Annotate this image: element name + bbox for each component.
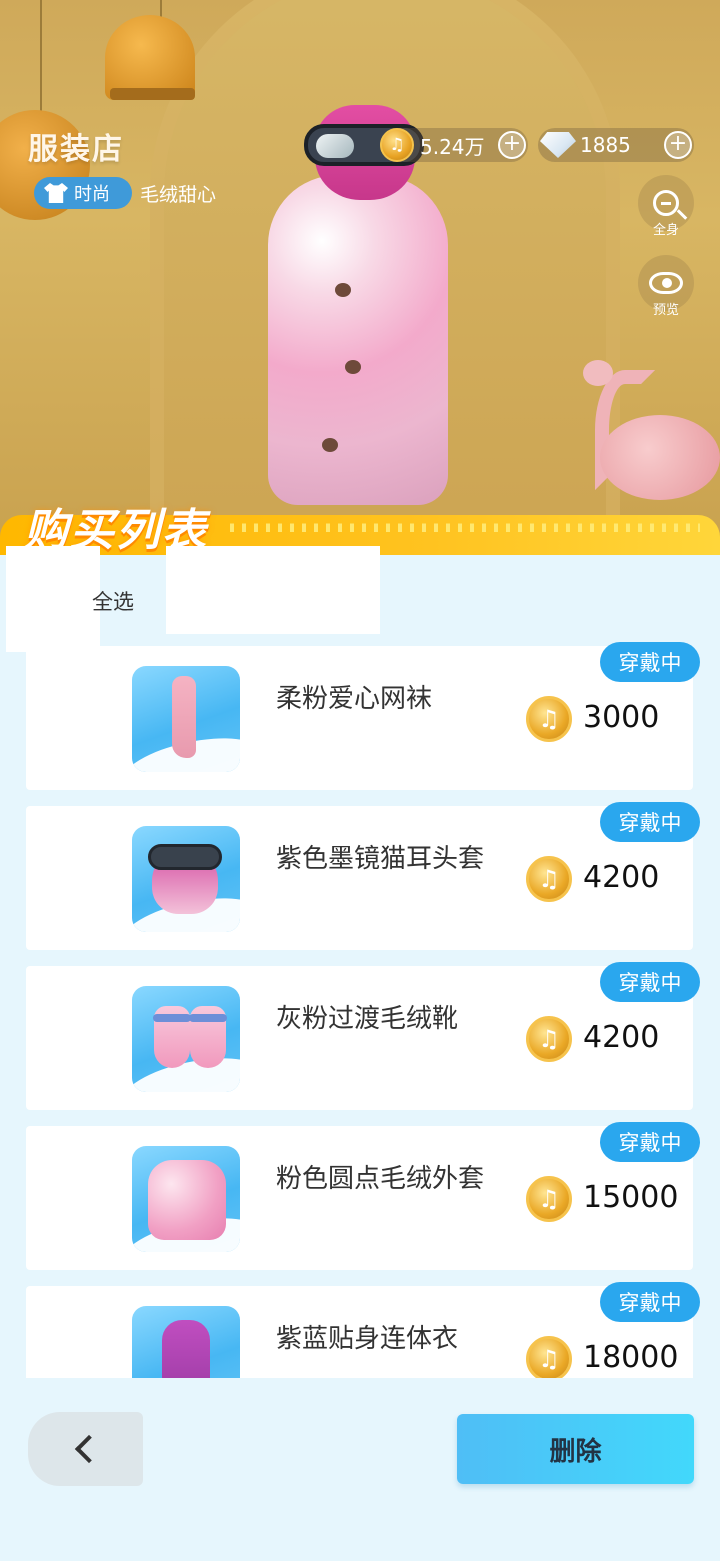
fluffy-coat-icon bbox=[132, 1146, 240, 1252]
list-item[interactable]: 紫色墨镜猫耳头套 ♫ 4200 穿戴中 bbox=[26, 802, 700, 950]
wearing-badge: 穿戴中 bbox=[600, 642, 700, 682]
shirt-icon bbox=[44, 183, 68, 203]
item-name: 紫蓝贴身连体衣 bbox=[276, 1324, 459, 1354]
stocking-shape bbox=[172, 676, 196, 758]
character-body bbox=[268, 175, 448, 505]
item-name: 粉色圆点毛绒外套 bbox=[276, 1164, 485, 1194]
coin-icon: ♫ bbox=[526, 1176, 572, 1222]
zoom-label: 全身 bbox=[652, 223, 679, 238]
wearing-badge: 穿戴中 bbox=[600, 962, 700, 1002]
lamp-base bbox=[110, 88, 195, 100]
add-coins-button[interactable]: + bbox=[498, 131, 526, 159]
item-name: 紫色墨镜猫耳头套 bbox=[276, 844, 485, 874]
coat-button bbox=[345, 360, 361, 374]
zoom-out-icon bbox=[653, 190, 679, 216]
boot-strap bbox=[189, 1014, 227, 1022]
preview-label: 预览 bbox=[652, 303, 679, 318]
style-tag[interactable]: 时尚 bbox=[34, 177, 132, 209]
item-price: 3000 bbox=[583, 700, 660, 735]
item-price: 18000 bbox=[583, 1340, 679, 1375]
diamond-amount: 1885 bbox=[580, 133, 631, 157]
toolbar-blank bbox=[166, 546, 380, 634]
coin-icon: ♫ bbox=[380, 128, 414, 162]
item-name: 柔粉爱心网袜 bbox=[276, 684, 433, 714]
list-item[interactable]: 灰粉过渡毛绒靴 ♫ 4200 穿戴中 bbox=[26, 962, 700, 1110]
goggle-shape bbox=[148, 844, 222, 870]
outfit-name: 毛绒甜心 bbox=[140, 184, 217, 206]
stocking-icon bbox=[132, 666, 240, 772]
diamond-balance: 1885 + bbox=[538, 128, 694, 162]
page-title: 服装店 bbox=[28, 132, 124, 167]
bodysuit-shape bbox=[162, 1320, 210, 1378]
select-all-label[interactable]: 全选 bbox=[92, 586, 134, 616]
list-item[interactable]: 粉色圆点毛绒外套 ♫ 15000 穿戴中 bbox=[26, 1122, 700, 1270]
flamingo-decor bbox=[583, 360, 613, 386]
wearing-badge: 穿戴中 bbox=[600, 802, 700, 842]
item-name: 灰粉过渡毛绒靴 bbox=[276, 1004, 459, 1034]
coat-button bbox=[335, 283, 351, 297]
item-price: 4200 bbox=[583, 1020, 660, 1055]
item-price: 15000 bbox=[583, 1180, 679, 1215]
style-tag-label: 时尚 bbox=[74, 184, 110, 205]
wearing-badge: 穿戴中 bbox=[600, 1282, 700, 1322]
delete-button[interactable]: 删除 bbox=[457, 1414, 694, 1484]
diamond-icon bbox=[540, 132, 576, 158]
coin-balance: ♫ 5.24万 + bbox=[380, 128, 528, 162]
coin-icon: ♫ bbox=[526, 856, 572, 902]
eye-icon bbox=[649, 272, 683, 294]
coat-button bbox=[322, 438, 338, 452]
wearing-badge: 穿戴中 bbox=[600, 1122, 700, 1162]
select-all-checkbox-area[interactable] bbox=[6, 546, 100, 652]
boot-strap bbox=[153, 1014, 191, 1022]
add-diamonds-button[interactable]: + bbox=[664, 131, 692, 159]
character-preview-scene[interactable] bbox=[0, 0, 720, 545]
list-item[interactable]: 紫蓝贴身连体衣 ♫ 18000 穿戴中 bbox=[26, 1282, 700, 1378]
coin-icon: ♫ bbox=[526, 1336, 572, 1378]
cat-ear-hood-icon bbox=[132, 826, 240, 932]
bodysuit-icon bbox=[132, 1306, 240, 1378]
coin-icon: ♫ bbox=[526, 1016, 572, 1062]
back-button[interactable] bbox=[28, 1412, 143, 1486]
flamingo-decor bbox=[600, 415, 720, 500]
coin-amount: 5.24万 bbox=[420, 134, 485, 159]
item-price: 4200 bbox=[583, 860, 660, 895]
fluffy-boots-icon bbox=[132, 986, 240, 1092]
list-item[interactable]: 柔粉爱心网袜 ♫ 3000 穿戴中 bbox=[26, 642, 700, 790]
coat-shape bbox=[148, 1160, 226, 1240]
coin-icon: ♫ bbox=[526, 696, 572, 742]
purchase-list[interactable]: 柔粉爱心网袜 ♫ 3000 穿戴中 紫色墨镜猫耳头套 ♫ 4200 穿戴中 灰粉… bbox=[0, 640, 720, 1378]
chevron-left-icon bbox=[74, 1434, 103, 1464]
